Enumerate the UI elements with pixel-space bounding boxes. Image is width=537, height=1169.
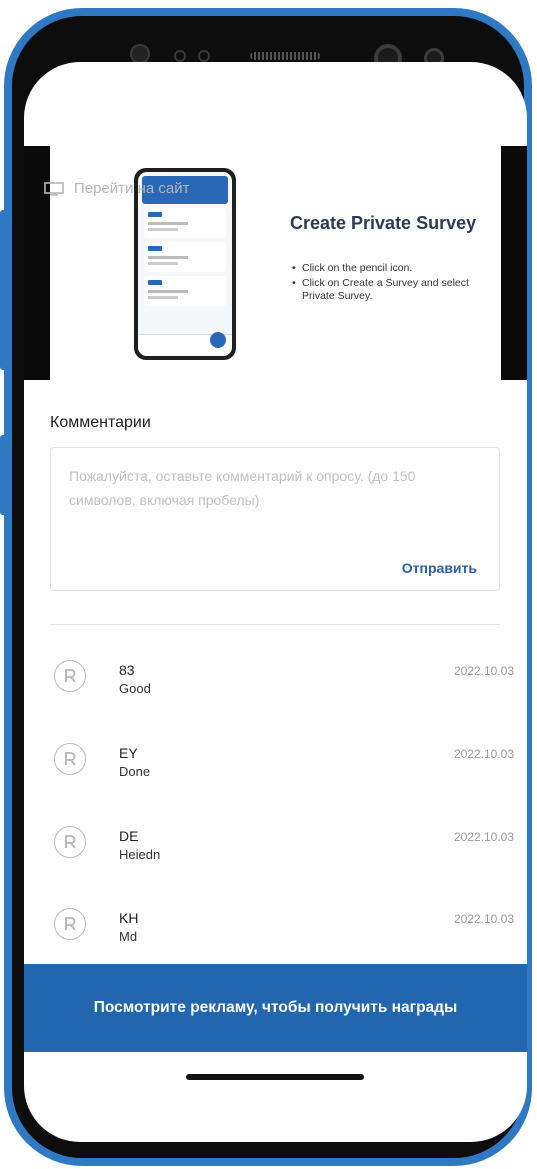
watch-ad-label: Посмотрите рекламу, чтобы получить награ…	[93, 999, 458, 1016]
comment-date: 2022.10.03	[453, 830, 514, 844]
app-screen: Перейти на сайт Create Private Survey Cl…	[24, 62, 527, 1142]
avatar	[54, 908, 86, 940]
comment-input[interactable]: Пожалуйста, оставьте комментарий к опрос…	[50, 447, 500, 591]
r-logo-icon	[65, 669, 76, 683]
comment-date: 2022.10.03	[453, 747, 514, 761]
avatar	[54, 743, 86, 775]
comments-title: Комментарии	[50, 414, 151, 431]
comment-author: DE	[119, 828, 139, 844]
r-logo-icon	[65, 835, 76, 849]
sensor-icon	[130, 44, 150, 64]
comment-item: EY Done 2022.10.03	[50, 743, 516, 813]
banner-bullet: Click on Create a Survey and select Priv…	[290, 277, 490, 303]
sensor-icon	[174, 50, 186, 62]
power-button	[0, 435, 7, 515]
sensor-icon	[198, 50, 210, 62]
watch-ad-button[interactable]: Посмотрите рекламу, чтобы получить награ…	[24, 964, 527, 1052]
banner-title: Create Private Survey	[290, 213, 477, 233]
avatar	[54, 826, 86, 858]
send-button[interactable]: Отправить	[402, 560, 477, 576]
speaker-grille	[250, 52, 320, 60]
comment-text: Md	[119, 929, 138, 944]
comment-item: 83 Good 2022.10.03	[50, 660, 516, 730]
r-logo-icon	[65, 752, 76, 766]
banner-bullets: Click on the pencil icon. Click on Creat…	[290, 262, 490, 305]
banner-bullet: Click on the pencil icon.	[290, 262, 490, 275]
banner-edge	[501, 146, 527, 380]
comment-date: 2022.10.03	[453, 664, 514, 678]
visit-site-link[interactable]: Перейти на сайт	[44, 180, 190, 197]
comment-author: KH	[119, 910, 139, 926]
r-logo-icon	[65, 917, 76, 931]
promo-banner[interactable]: Перейти на сайт Create Private Survey Cl…	[24, 146, 527, 380]
comment-text: Heiedn	[119, 847, 161, 862]
comment-placeholder: Пожалуйста, оставьте комментарий к опрос…	[69, 468, 416, 508]
divider	[50, 624, 500, 625]
home-indicator[interactable]	[186, 1074, 364, 1080]
volume-button	[0, 210, 7, 370]
comment-date: 2022.10.03	[453, 912, 514, 926]
comment-author: 83	[119, 662, 135, 678]
avatar	[54, 660, 86, 692]
comment-author: EY	[119, 745, 138, 761]
comment-text: Done	[119, 764, 151, 779]
monitor-icon	[44, 181, 64, 196]
visit-site-label: Перейти на сайт	[74, 180, 190, 197]
comment-item: DE Heiedn 2022.10.03	[50, 826, 516, 896]
comment-text: Good	[119, 681, 151, 696]
